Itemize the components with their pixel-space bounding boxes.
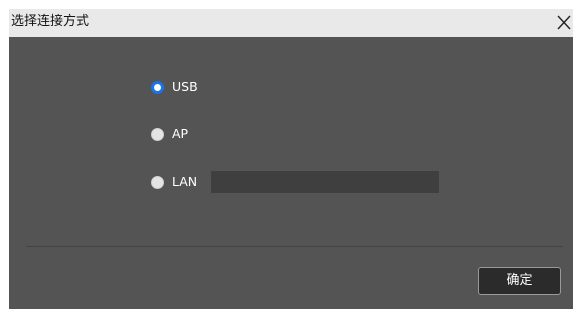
connection-dialog: 选择连接方式 USB AP LAN 确定	[9, 9, 573, 309]
divider	[26, 246, 563, 247]
lan-address-input[interactable]	[211, 171, 439, 193]
dialog-title: 选择连接方式	[11, 14, 90, 29]
radio-option-usb[interactable]: USB	[151, 77, 198, 97]
radio-button-usb[interactable]	[151, 80, 164, 94]
radio-option-ap[interactable]: AP	[151, 124, 188, 144]
radio-label-usb: USB	[172, 79, 198, 94]
radio-button-lan[interactable]	[151, 175, 164, 189]
radio-label-ap: AP	[172, 126, 189, 141]
radio-label-lan: LAN	[172, 174, 198, 189]
confirm-button[interactable]: 确定	[478, 267, 561, 295]
title-bar: 选择连接方式	[9, 9, 573, 37]
close-icon[interactable]	[557, 13, 571, 31]
radio-button-ap[interactable]	[151, 127, 164, 141]
radio-option-lan[interactable]: LAN	[151, 172, 197, 192]
